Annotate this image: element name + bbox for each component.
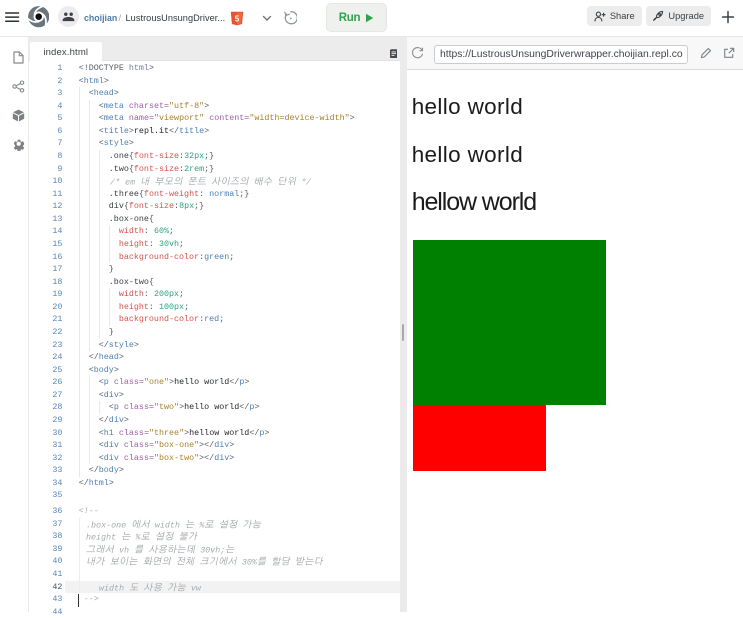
svg-text:5: 5 — [235, 14, 240, 23]
